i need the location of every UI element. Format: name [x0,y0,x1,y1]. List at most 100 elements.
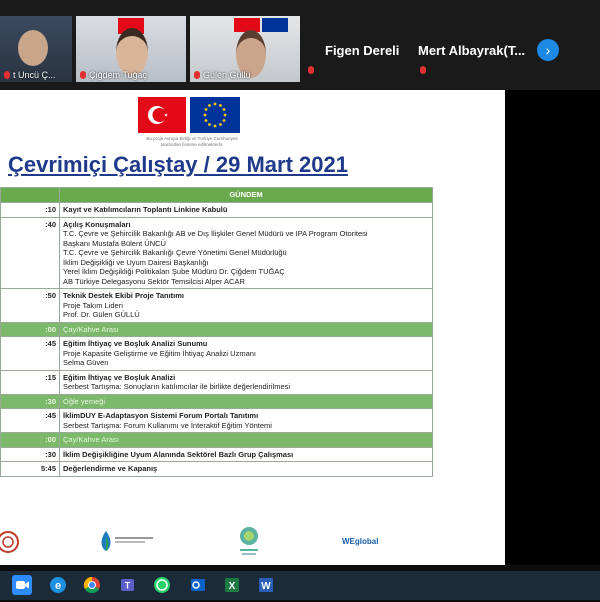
mic-muted-icon [420,66,426,74]
participant-tile[interactable]: Figen Dereli [306,16,416,82]
agenda-time: :10 [0,202,60,218]
agenda-line: Serbest Tartışma: Sonuçların katılımcıla… [63,382,291,391]
avatar [18,30,48,66]
avatar [116,28,148,76]
agenda-description: Açılış Konuşmaları T.C. Çevre ve Şehircil… [59,216,433,289]
iklimduy-logo-icon [240,527,258,555]
agenda-line: Başkanı Mustafa Bülent ÜNCÜ [63,238,166,248]
mic-muted-icon [4,71,10,79]
agenda-line: Çay/Kahve Arası [63,435,119,444]
ministry-seal-icon [0,531,19,553]
participant-name: Figen Dereli [325,43,400,58]
participant-name: t Uncü Ç... [13,70,56,80]
agenda-line: Çay/Kahve Arası [63,324,119,334]
eu-flag-icon [190,97,240,133]
agenda-line: İklim Değişikliğine Uyum Alanında Sektör… [63,449,294,459]
agenda-time: :40 [0,216,60,289]
funding-caption: Bu proje Avrupa Birliği ve Türkiye Cumhu… [146,136,238,147]
agenda-time: :15 [0,369,60,395]
agenda-description: Eğitim İhtiyaç ve Boşluk Analizi Serbest … [59,369,433,395]
chrome-icon[interactable] [82,575,102,595]
agenda-header-row: GÜNDEM [0,187,433,203]
agenda-line: İklimDUY E-Adaptasyon Sistemi Forum Port… [63,411,259,420]
participant-name: Çiğdem Tuğaç [89,70,148,80]
agenda-description: Çay/Kahve Arası [59,432,433,448]
participant-tile[interactable]: Çiğdem Tuğaç [76,16,186,82]
flag-logos [138,97,240,133]
participant-tile[interactable]: t Uncü Ç... [0,16,72,82]
footer-logos: WEglobal [0,523,505,563]
agenda-row: :50 Teknik Destek Ekibi Proje Tanıtımı Pro… [0,288,433,323]
next-participants-button[interactable]: › [537,39,559,61]
agenda-line: Prof. Dr. Gülen GÜLLÜ [63,310,140,319]
agenda-description: Eğitim İhtiyaç ve Boşluk Analizi Sunumu P… [59,336,433,371]
excel-icon[interactable]: X [222,575,242,595]
flag-eu-icon [262,18,288,32]
agenda-line: Serbest Tartışma: Forum Kullanımı ve İnt… [63,420,272,430]
agenda-description: Teknik Destek Ekibi Proje Tanıtımı Proje … [59,288,433,323]
agenda-line: AB Türkiye Delegasyonu Sektör Temsilcisi… [63,276,245,286]
agenda-description: İklimDUY E-Adaptasyon Sistemi Forum Port… [59,408,433,433]
agenda-time: :30 [0,393,60,409]
svg-text:X: X [229,581,236,592]
agenda-header: GÜNDEM [59,187,433,203]
participant-tile[interactable]: Mert Albayrak(T... [418,16,530,82]
mic-muted-icon [308,66,314,74]
turkey-flag-icon [138,97,186,133]
agenda-row: :30 İklim Değişikliğine Uyum Alanında Sek… [0,446,433,462]
agenda-line: T.C. Çevre ve Şehircilik Bakanlığı Çevre… [63,248,287,257]
mic-muted-icon [80,71,86,79]
agenda-description: Öğle yemeği [59,393,433,409]
page-title: Çevrimiçi Çalıştay / 29 Mart 2021 [8,152,348,177]
agenda-line: Yerel İklim Değişikliği Politikaları Şub… [63,267,285,276]
weglobal-logo: WEglobal [342,537,379,546]
agenda-line: T.C. Çevre ve Şehircilik Bakanlığı AB ve… [63,229,368,238]
agenda-line: Kayıt ve Katılımcıların Toplantı Linkine… [63,205,228,214]
svg-text:e: e [55,580,61,592]
agenda-row: :45 Eğitim İhtiyaç ve Boşluk Analizi Sunu… [0,336,433,371]
agenda-line: Selma Güven [63,358,109,367]
agenda-description: Kayıt ve Katılımcıların Toplantı Linkine… [59,202,433,218]
video-background-panel [505,90,600,565]
agenda-row: :10 Kayıt ve Katılımcıların Toplantı Link… [0,202,433,218]
agenda-time: :00 [0,432,60,448]
mic-muted-icon [194,71,200,79]
word-icon[interactable]: W [256,575,276,595]
agenda-time: 5:45 [0,461,60,477]
agenda-break-row: :00 Çay/Kahve Arası [0,321,433,337]
agenda-break-row: :30 Öğle yemeği [0,393,433,409]
agenda-line: Eğitim İhtiyaç ve Boşluk Analizi Sunumu [63,339,208,348]
edge-icon[interactable]: e [48,575,68,595]
agenda-row: :40 Açılış Konuşmaları T.C. Çevre ve Şehir… [0,216,433,289]
outlook-icon[interactable] [188,575,208,595]
agenda-time: :45 [0,336,60,371]
agenda-line: Eğitim İhtiyaç ve Boşluk Analizi [63,372,176,382]
agenda-line: Proje Takım Lideri [63,300,123,310]
svg-text:T: T [125,581,131,591]
agenda-line: Açılış Konuşmaları [63,219,131,229]
teams-icon[interactable]: T [118,575,138,595]
agenda-table: GÜNDEM :10 Kayıt ve Katılımcıların Toplan… [0,187,433,477]
agenda-line: İklim Değişikliği ve Uyum Dairesi Başkan… [63,257,209,267]
zoom-icon[interactable] [12,575,32,595]
agenda-line: Değerlendirme ve Kapanış [63,464,158,473]
climate-program-logo-icon [101,531,153,551]
windows-taskbar: e T X W [0,571,600,600]
agenda-row: 5:45 Değerlendirme ve Kapanış [0,461,433,477]
agenda-break-row: :00 Çay/Kahve Arası [0,432,433,448]
agenda-line: Öğle yemeği [63,396,106,406]
agenda-line: Teknik Destek Ekibi Proje Tanıtımı [63,291,185,300]
participant-name: Gülen Güllü [203,70,251,80]
shared-document: Bu proje Avrupa Birliği ve Türkiye Cumhu… [0,90,505,565]
participant-tile[interactable]: Gülen Güllü [190,16,300,82]
agenda-line: Proje Kapasite Geliştirme ve Eğitim İhti… [63,348,256,358]
whatsapp-icon[interactable] [152,575,172,595]
agenda-row: :15 Eğitim İhtiyaç ve Boşluk Analizi Serbe… [0,369,433,395]
agenda-time: :30 [0,446,60,462]
agenda-description: Çay/Kahve Arası [59,321,433,337]
svg-text:W: W [261,581,271,592]
participant-strip: t Uncü Ç... Çiğdem Tuğaç Gülen Güllü Fig… [0,0,600,90]
participant-name: Mert Albayrak(T... [418,43,526,58]
agenda-description: İklim Değişikliğine Uyum Alanında Sektör… [59,446,433,462]
agenda-time: :50 [0,288,60,323]
